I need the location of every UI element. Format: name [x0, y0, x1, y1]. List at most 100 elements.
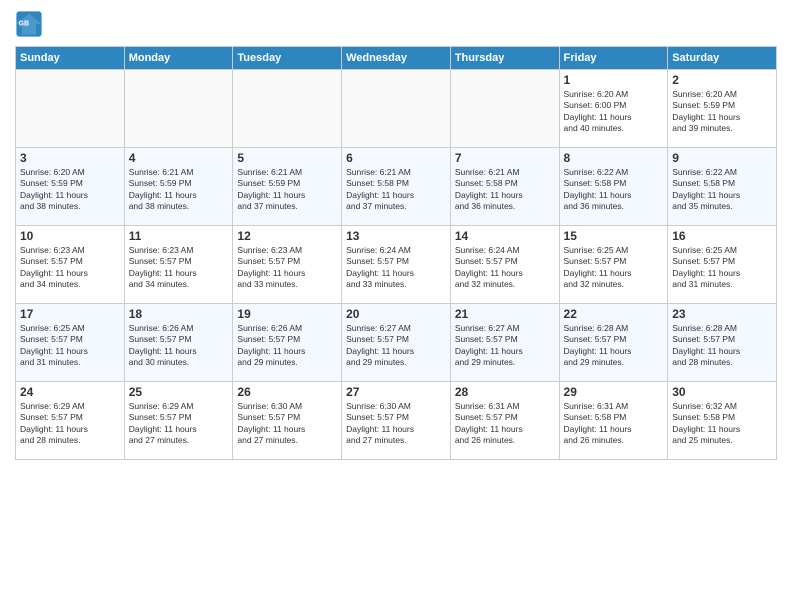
day-number: 24 — [20, 385, 120, 399]
day-number: 10 — [20, 229, 120, 243]
day-number: 21 — [455, 307, 555, 321]
calendar-day-header: Monday — [124, 47, 233, 70]
day-info: Sunrise: 6:25 AM Sunset: 5:57 PM Dayligh… — [672, 245, 772, 291]
day-number: 20 — [346, 307, 446, 321]
logo-icon: GB — [15, 10, 43, 38]
day-number: 1 — [564, 73, 664, 87]
day-info: Sunrise: 6:30 AM Sunset: 5:57 PM Dayligh… — [237, 401, 337, 447]
calendar-cell — [16, 70, 125, 148]
day-number: 25 — [129, 385, 229, 399]
day-info: Sunrise: 6:28 AM Sunset: 5:57 PM Dayligh… — [564, 323, 664, 369]
calendar-cell: 8 Sunrise: 6:22 AM Sunset: 5:58 PM Daylig… — [559, 148, 668, 226]
calendar-cell: 14 Sunrise: 6:24 AM Sunset: 5:57 PM Dayli… — [450, 226, 559, 304]
logo: GB — [15, 10, 47, 38]
day-number: 15 — [564, 229, 664, 243]
calendar-week-row: 1 Sunrise: 6:20 AM Sunset: 6:00 PM Daylig… — [16, 70, 777, 148]
day-number: 26 — [237, 385, 337, 399]
day-number: 2 — [672, 73, 772, 87]
calendar-cell: 10 Sunrise: 6:23 AM Sunset: 5:57 PM Dayli… — [16, 226, 125, 304]
day-info: Sunrise: 6:23 AM Sunset: 5:57 PM Dayligh… — [237, 245, 337, 291]
calendar-day-header: Sunday — [16, 47, 125, 70]
calendar-cell: 9 Sunrise: 6:22 AM Sunset: 5:58 PM Daylig… — [668, 148, 777, 226]
day-number: 4 — [129, 151, 229, 165]
calendar-day-header: Saturday — [668, 47, 777, 70]
day-info: Sunrise: 6:24 AM Sunset: 5:57 PM Dayligh… — [346, 245, 446, 291]
day-number: 13 — [346, 229, 446, 243]
calendar-cell: 18 Sunrise: 6:26 AM Sunset: 5:57 PM Dayli… — [124, 304, 233, 382]
calendar-cell: 25Sunrise: 6:29 AM Sunset: 5:57 PM Dayli… — [124, 382, 233, 460]
day-number: 22 — [564, 307, 664, 321]
calendar-day-header: Thursday — [450, 47, 559, 70]
day-info: Sunrise: 6:22 AM Sunset: 5:58 PM Dayligh… — [564, 167, 664, 213]
day-info: Sunrise: 6:25 AM Sunset: 5:57 PM Dayligh… — [564, 245, 664, 291]
calendar-cell: 27 Sunrise: 6:30 AM Sunset: 5:57 PM Dayli… — [342, 382, 451, 460]
day-number: 23 — [672, 307, 772, 321]
day-info: Sunrise: 6:21 AM Sunset: 5:58 PM Dayligh… — [346, 167, 446, 213]
day-info: Sunrise: 6:25 AM Sunset: 5:57 PM Dayligh… — [20, 323, 120, 369]
calendar-cell: 2 Sunrise: 6:20 AM Sunset: 5:59 PM Daylig… — [668, 70, 777, 148]
calendar-week-row: 10 Sunrise: 6:23 AM Sunset: 5:57 PM Dayli… — [16, 226, 777, 304]
day-number: 8 — [564, 151, 664, 165]
calendar-cell: 17 Sunrise: 6:25 AM Sunset: 5:57 PM Dayli… — [16, 304, 125, 382]
day-info: Sunrise: 6:26 AM Sunset: 5:57 PM Dayligh… — [237, 323, 337, 369]
calendar-cell: 4 Sunrise: 6:21 AM Sunset: 5:59 PM Daylig… — [124, 148, 233, 226]
day-info: Sunrise: 6:20 AM Sunset: 5:59 PM Dayligh… — [672, 89, 772, 135]
day-info: Sunrise: 6:31 AM Sunset: 5:57 PM Dayligh… — [455, 401, 555, 447]
calendar-cell: 20 Sunrise: 6:27 AM Sunset: 5:57 PM Dayli… — [342, 304, 451, 382]
calendar-cell: 29Sunrise: 6:31 AM Sunset: 5:58 PM Dayli… — [559, 382, 668, 460]
calendar-cell: 1 Sunrise: 6:20 AM Sunset: 6:00 PM Daylig… — [559, 70, 668, 148]
calendar-cell: 11Sunrise: 6:23 AM Sunset: 5:57 PM Dayli… — [124, 226, 233, 304]
calendar-day-header: Tuesday — [233, 47, 342, 70]
day-info: Sunrise: 6:21 AM Sunset: 5:59 PM Dayligh… — [129, 167, 229, 213]
day-number: 14 — [455, 229, 555, 243]
calendar-cell: 23 Sunrise: 6:28 AM Sunset: 5:57 PM Dayli… — [668, 304, 777, 382]
day-info: Sunrise: 6:27 AM Sunset: 5:57 PM Dayligh… — [455, 323, 555, 369]
day-number: 19 — [237, 307, 337, 321]
calendar-cell: 13 Sunrise: 6:24 AM Sunset: 5:57 PM Dayli… — [342, 226, 451, 304]
calendar-cell: 30Sunrise: 6:32 AM Sunset: 5:58 PM Dayli… — [668, 382, 777, 460]
day-info: Sunrise: 6:26 AM Sunset: 5:57 PM Dayligh… — [129, 323, 229, 369]
calendar-body: 1 Sunrise: 6:20 AM Sunset: 6:00 PM Daylig… — [16, 70, 777, 460]
day-info: Sunrise: 6:23 AM Sunset: 5:57 PM Dayligh… — [20, 245, 120, 291]
day-number: 29 — [564, 385, 664, 399]
day-info: Sunrise: 6:30 AM Sunset: 5:57 PM Dayligh… — [346, 401, 446, 447]
calendar-cell — [342, 70, 451, 148]
calendar-cell: 5Sunrise: 6:21 AM Sunset: 5:59 PM Daylig… — [233, 148, 342, 226]
day-number: 18 — [129, 307, 229, 321]
calendar-cell: 3Sunrise: 6:20 AM Sunset: 5:59 PM Daylig… — [16, 148, 125, 226]
day-number: 9 — [672, 151, 772, 165]
calendar-day-header: Wednesday — [342, 47, 451, 70]
calendar-header-row: SundayMondayTuesdayWednesdayThursdayFrid… — [16, 47, 777, 70]
day-info: Sunrise: 6:21 AM Sunset: 5:58 PM Dayligh… — [455, 167, 555, 213]
day-number: 30 — [672, 385, 772, 399]
day-number: 16 — [672, 229, 772, 243]
page-header: GB — [15, 10, 777, 38]
day-info: Sunrise: 6:22 AM Sunset: 5:58 PM Dayligh… — [672, 167, 772, 213]
day-number: 12 — [237, 229, 337, 243]
day-info: Sunrise: 6:21 AM Sunset: 5:59 PM Dayligh… — [237, 167, 337, 213]
day-info: Sunrise: 6:24 AM Sunset: 5:57 PM Dayligh… — [455, 245, 555, 291]
day-info: Sunrise: 6:28 AM Sunset: 5:57 PM Dayligh… — [672, 323, 772, 369]
calendar-cell: 12 Sunrise: 6:23 AM Sunset: 5:57 PM Dayli… — [233, 226, 342, 304]
calendar-cell: 24Sunrise: 6:29 AM Sunset: 5:57 PM Dayli… — [16, 382, 125, 460]
day-info: Sunrise: 6:20 AM Sunset: 5:59 PM Dayligh… — [20, 167, 120, 213]
calendar-cell: 26 Sunrise: 6:30 AM Sunset: 5:57 PM Dayli… — [233, 382, 342, 460]
calendar-cell: 7Sunrise: 6:21 AM Sunset: 5:58 PM Daylig… — [450, 148, 559, 226]
day-number: 6 — [346, 151, 446, 165]
calendar-cell: 28Sunrise: 6:31 AM Sunset: 5:57 PM Dayli… — [450, 382, 559, 460]
calendar-cell: 15 Sunrise: 6:25 AM Sunset: 5:57 PM Dayli… — [559, 226, 668, 304]
calendar-week-row: 3Sunrise: 6:20 AM Sunset: 5:59 PM Daylig… — [16, 148, 777, 226]
calendar-week-row: 24Sunrise: 6:29 AM Sunset: 5:57 PM Dayli… — [16, 382, 777, 460]
day-info: Sunrise: 6:23 AM Sunset: 5:57 PM Dayligh… — [129, 245, 229, 291]
day-info: Sunrise: 6:20 AM Sunset: 6:00 PM Dayligh… — [564, 89, 664, 135]
calendar-cell: 22 Sunrise: 6:28 AM Sunset: 5:57 PM Dayli… — [559, 304, 668, 382]
day-info: Sunrise: 6:27 AM Sunset: 5:57 PM Dayligh… — [346, 323, 446, 369]
calendar-table: SundayMondayTuesdayWednesdayThursdayFrid… — [15, 46, 777, 460]
calendar-cell: 16 Sunrise: 6:25 AM Sunset: 5:57 PM Dayli… — [668, 226, 777, 304]
calendar-week-row: 17 Sunrise: 6:25 AM Sunset: 5:57 PM Dayli… — [16, 304, 777, 382]
calendar-cell: 21 Sunrise: 6:27 AM Sunset: 5:57 PM Dayli… — [450, 304, 559, 382]
day-number: 27 — [346, 385, 446, 399]
svg-text:GB: GB — [19, 20, 30, 27]
calendar-cell — [450, 70, 559, 148]
day-number: 17 — [20, 307, 120, 321]
